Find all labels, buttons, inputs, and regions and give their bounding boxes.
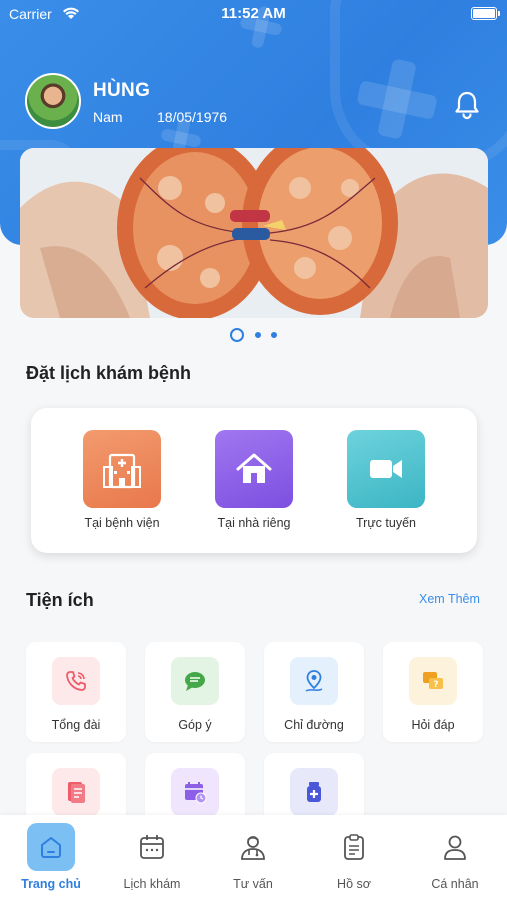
battery-icon [471,7,500,20]
utility-hotline[interactable]: Tổng đài [26,642,126,742]
calendar-clock-icon [171,768,219,816]
utility-feedback-label: Góp ý [178,718,212,732]
tab-home-label: Trang chủ [21,877,81,891]
tab-appointments[interactable]: Lịch khám [102,823,202,891]
location-pin-icon [290,657,338,705]
tab-consult[interactable]: Tư vấn [203,823,303,891]
tab-records[interactable]: Hồ sơ [304,823,404,891]
tab-consult-label: Tư vấn [233,877,273,891]
carousel-dot[interactable] [255,332,261,338]
utility-directions[interactable]: Chỉ đường [264,642,364,742]
medicine-bottle-icon [290,768,338,816]
chat-icon [171,657,219,705]
avatar[interactable] [25,73,81,129]
see-more-link[interactable]: Xem Thêm [419,592,480,606]
status-bar: Carrier 11:52 AM [0,0,507,30]
booking-hospital-button[interactable]: Tại bệnh viện [67,430,177,530]
carousel-dot[interactable] [271,332,277,338]
doctor-icon [229,823,277,871]
carousel-dot-active[interactable] [230,328,244,342]
utility-faq-label: Hỏi đáp [411,718,455,732]
clipboard-icon [330,823,378,871]
user-gender: Nam [93,109,123,125]
home-icon [215,430,293,508]
tab-home[interactable]: Trang chủ [1,823,101,891]
user-dob: 18/05/1976 [157,109,228,125]
booking-online-label: Trực tuyến [355,516,416,530]
promo-banner[interactable] [20,148,488,318]
utility-directions-label: Chỉ đường [284,718,344,732]
bell-icon[interactable] [452,90,482,120]
bottom-tab-bar: Trang chủ Lịch khám Tư vấn Hồ sơ Cá nhân [0,815,507,900]
utilities-section-title: Tiện ích [26,590,94,610]
video-camera-icon [347,430,425,508]
booking-online-button[interactable]: Trực tuyến [331,430,441,530]
home-tab-icon [27,823,75,871]
utility-feedback[interactable]: Góp ý [145,642,245,742]
tab-records-label: Hồ sơ [337,877,371,891]
booking-hospital-label: Tại bệnh viện [84,516,160,530]
document-icon [52,768,100,816]
utility-hotline-label: Tổng đài [51,718,101,732]
question-chat-icon: ? [409,657,457,705]
booking-home-label: Tại nhà riêng [217,516,291,530]
svg-text:?: ? [433,680,438,690]
booking-card: Tại bệnh viện Tại nhà riêng Trực tuyến [31,408,477,553]
kidney-model-illustration [20,148,488,318]
calendar-icon [128,823,176,871]
booking-section-title: Đặt lịch khám bệnh [26,363,192,383]
tab-appointments-label: Lịch khám [123,877,181,891]
user-icon [431,823,479,871]
user-name: HÙNG [93,80,151,101]
tab-profile[interactable]: Cá nhân [405,823,505,891]
hospital-icon [83,430,161,508]
booking-home-button[interactable]: Tại nhà riêng [199,430,309,530]
utility-faq[interactable]: ? Hỏi đáp [383,642,483,742]
status-time: 11:52 AM [221,5,286,22]
carousel-indicator[interactable] [0,327,507,343]
tab-profile-label: Cá nhân [431,877,479,891]
phone-icon [52,657,100,705]
